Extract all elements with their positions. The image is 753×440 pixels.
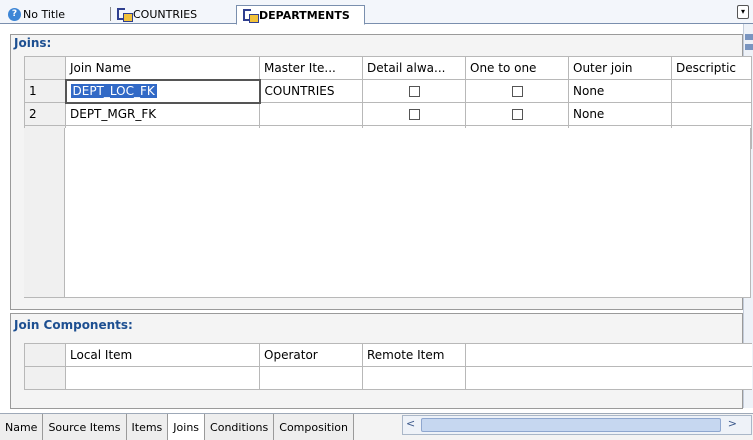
tab-name[interactable]: Name: [0, 414, 44, 440]
tab-countries[interactable]: COUNTRIES: [104, 4, 203, 24]
one-to-one-cell: [465, 102, 569, 126]
outer-join-cell[interactable]: None: [568, 79, 672, 103]
row-number[interactable]: 2: [24, 102, 66, 126]
one-to-one-checkbox[interactable]: [511, 108, 523, 120]
table-row[interactable]: [24, 366, 752, 390]
joins-table-empty-area[interactable]: [65, 128, 751, 298]
column-header-detail-always[interactable]: Detail alwa...: [362, 56, 466, 80]
description-cell[interactable]: [671, 102, 752, 126]
scrollbar-thumb[interactable]: [421, 418, 721, 432]
column-header-remote-item[interactable]: Remote Item: [362, 343, 466, 367]
tab-label: No Title: [23, 7, 66, 21]
editor-tab-strip: ? No Title COUNTRIES DEPARTMENTS ▾: [0, 0, 753, 25]
joins-title: Joins:: [14, 36, 52, 50]
table-row[interactable]: 1 DEPT_LOC_FK COUNTRIES None: [24, 78, 752, 104]
detail-always-cell: [362, 79, 466, 103]
detail-always-cell: [362, 102, 466, 126]
scroll-handle-icon[interactable]: [745, 44, 753, 50]
tab-items[interactable]: Items: [126, 414, 169, 440]
column-header-outer-join[interactable]: Outer join: [568, 56, 672, 80]
one-to-one-cell: [465, 79, 569, 103]
table-bottom-border: [24, 297, 751, 298]
horizontal-scrollbar[interactable]: < >: [402, 415, 752, 435]
join-components-title: Join Components:: [14, 318, 133, 332]
detail-always-checkbox[interactable]: [408, 85, 420, 97]
scroll-up-icon[interactable]: [745, 34, 753, 40]
scroll-left-icon[interactable]: <: [406, 417, 415, 430]
outer-join-cell[interactable]: None: [568, 102, 672, 126]
one-to-one-checkbox[interactable]: [511, 85, 523, 97]
tab-separator: [110, 7, 111, 21]
tab-source-items[interactable]: Source Items: [43, 414, 127, 440]
tab-list-menu-button[interactable]: ▾: [737, 5, 749, 19]
join-name-cell[interactable]: DEPT_LOC_FK: [64, 78, 261, 104]
operator-cell[interactable]: [259, 366, 363, 390]
column-header-one-to-one[interactable]: One to one: [465, 56, 569, 80]
tab-conditions[interactable]: Conditions: [205, 414, 275, 440]
row-number[interactable]: 1: [24, 79, 66, 103]
tab-joins[interactable]: Joins: [168, 414, 206, 440]
view-icon: [117, 8, 133, 22]
join-name-input[interactable]: DEPT_LOC_FK: [70, 84, 157, 98]
join-components-table: Local Item Operator Remote Item: [24, 343, 752, 390]
master-item-cell[interactable]: COUNTRIES: [259, 79, 363, 103]
master-item-cell[interactable]: [259, 102, 363, 126]
column-header-local-item[interactable]: Local Item: [65, 343, 260, 367]
tab-composition[interactable]: Composition: [274, 414, 354, 440]
column-header-description[interactable]: Descriptic: [671, 56, 752, 80]
help-icon: ?: [8, 7, 21, 21]
join-components-header-row: Local Item Operator Remote Item: [24, 343, 752, 367]
row-number[interactable]: [24, 366, 66, 390]
column-header-filler: [465, 343, 752, 367]
detail-always-checkbox[interactable]: [408, 108, 420, 120]
tab-no-title[interactable]: ? No Title: [2, 4, 71, 24]
column-header-operator[interactable]: Operator: [259, 343, 363, 367]
table-row[interactable]: 2 DEPT_MGR_FK None: [24, 102, 752, 126]
view-icon: [243, 9, 259, 23]
description-cell[interactable]: [671, 79, 752, 103]
column-header-master-item[interactable]: Master Ite...: [259, 56, 363, 80]
join-name-cell[interactable]: DEPT_MGR_FK: [65, 102, 260, 126]
joins-header-row: Join Name Master Ite... Detail alwa... O…: [24, 56, 752, 80]
remote-item-cell[interactable]: [362, 366, 466, 390]
column-header-join-name[interactable]: Join Name: [65, 56, 260, 80]
local-item-cell[interactable]: [65, 366, 260, 390]
filler-cell: [465, 366, 752, 390]
row-header-corner: [24, 56, 66, 80]
scroll-right-icon[interactable]: >: [728, 417, 737, 430]
tab-departments[interactable]: DEPARTMENTS: [236, 5, 365, 25]
row-header-empty-area: [24, 128, 65, 298]
tab-label: COUNTRIES: [133, 7, 198, 21]
row-header-corner: [24, 343, 66, 367]
tab-label: DEPARTMENTS: [259, 8, 350, 22]
